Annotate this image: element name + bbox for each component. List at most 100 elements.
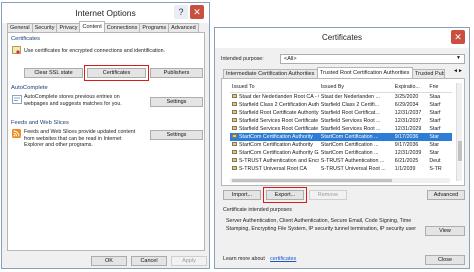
cell-text: Staat der Nederlanden ...	[320, 93, 380, 100]
table-row[interactable]: StartCom Certification Authority StartCom…	[230, 141, 452, 149]
cell-text: Starfield Root Certificat...	[320, 109, 380, 116]
ok-button[interactable]: OK	[91, 256, 127, 266]
cell-text: 3/25/2020	[394, 93, 419, 100]
horizontal-scrollbar[interactable]	[230, 178, 450, 183]
tab-advanced[interactable]: Advanced	[168, 23, 199, 32]
hscroll-thumb[interactable]	[232, 179, 392, 182]
publishers-button[interactable]: Publishers	[150, 68, 203, 78]
feeds-heading: Feeds and Web Slices	[11, 120, 69, 126]
cell-text: 1/1/2039	[394, 165, 416, 172]
cell-expiration: 3/25/2020	[393, 92, 428, 101]
vertical-scrollbar[interactable]	[456, 83, 462, 181]
cell-text: Starfield Services Root ...	[320, 125, 381, 132]
clear-ssl-state-button[interactable]: Clear SSL state	[24, 68, 83, 78]
col-issued-to[interactable]: Issued To	[230, 83, 319, 93]
col-expiration[interactable]: Expiratio...	[392, 83, 428, 93]
cell-text: Deut	[429, 157, 441, 164]
cell-issued-to: StartCom Certification Authority G2	[230, 149, 319, 157]
table-row[interactable]: Starfield Root Certificate Authority - G…	[230, 109, 452, 117]
tab-content[interactable]: Content	[79, 21, 105, 32]
certificate-icon	[12, 46, 21, 54]
tab-general[interactable]: General	[7, 23, 33, 32]
cell-issued-by: S-TRUST Universal Root ...	[319, 165, 393, 173]
certificates-button-highlight	[84, 65, 149, 81]
cell-issued-by: Starfield Services Root ...	[319, 125, 393, 133]
certificates-description: Use certificates for encrypted connectio…	[24, 48, 166, 54]
cell-friendly: Starf	[427, 109, 452, 117]
tab-connections[interactable]: Connections	[103, 23, 141, 32]
cell-text: 12/31/2037	[394, 117, 422, 124]
cell-text: StartCom Certification Authority	[239, 133, 313, 140]
advanced-button[interactable]: Advanced	[427, 190, 465, 200]
tab-programs[interactable]: Programs	[139, 23, 170, 32]
close-dialog-button[interactable]: Close	[425, 255, 465, 265]
autocomplete-heading: AutoComplete	[11, 85, 48, 91]
tab-privacy[interactable]: Privacy	[56, 23, 81, 32]
table-row[interactable]: S-TRUST Universal Root CA S-TRUST Univers…	[230, 165, 452, 173]
cell-issued-by: Starfield Root Certificat...	[319, 109, 393, 117]
certificates-link[interactable]: certificates	[270, 256, 296, 262]
tab-trusted-publishers[interactable]: Trusted Pub	[412, 69, 445, 78]
learn-more-text: Learn more about	[223, 256, 265, 262]
chevron-down-icon: ▼	[456, 55, 461, 61]
col-friendly-name[interactable]: Frie	[427, 83, 452, 93]
cancel-button[interactable]: Cancel	[131, 256, 167, 266]
table-row[interactable]: StartCom Certification Authority StartCom…	[230, 132, 452, 141]
cell-friendly: Deut	[427, 157, 452, 165]
remove-button[interactable]: Remove	[309, 190, 347, 200]
table-row[interactable]: Starfield Services Root Certificate Auth…	[230, 117, 452, 125]
close-button[interactable]: ✕	[190, 5, 204, 19]
cell-text: S-TRUST Authentication and Encryption...	[239, 157, 319, 164]
cell-text: 6/21/2025	[394, 157, 419, 164]
table-row[interactable]: Staat der Nederlanden Root CA - G2 Staat …	[230, 92, 452, 101]
certificate-icon	[232, 150, 237, 155]
cell-issued-by: Staat der Nederlanden ...	[319, 92, 393, 101]
intended-purpose-select[interactable]: <All> ▼	[280, 54, 465, 64]
cell-issued-to: S-TRUST Authentication and Encryption...	[230, 157, 319, 165]
cell-text: S-TRUST Authentication ...	[320, 157, 385, 164]
cell-friendly: Staa	[427, 92, 452, 101]
certificate-icon	[232, 166, 237, 171]
autocomplete-description: AutoComplete stores previous entries on …	[24, 94, 122, 107]
cell-issued-to: StartCom Certification Authority	[230, 132, 319, 141]
cell-issued-by: S-TRUST Authentication ...	[319, 157, 393, 165]
table-row[interactable]: S-TRUST Authentication and Encryption...…	[230, 157, 452, 165]
cell-issued-to: StartCom Certification Authority	[230, 141, 319, 149]
apply-button[interactable]: Apply	[171, 256, 207, 266]
cell-text: Starfield Root Certificate Authority - G…	[239, 109, 319, 116]
import-button[interactable]: Import...	[223, 190, 261, 200]
cell-text: Starf	[429, 117, 441, 124]
scrollbar-thumb[interactable]	[458, 141, 462, 161]
cell-text: Starf	[429, 125, 441, 132]
tab-scroll-arrows[interactable]: ◄►	[453, 68, 463, 74]
cell-expiration: 6/21/2025	[393, 157, 428, 165]
cell-friendly: Starf	[427, 117, 452, 125]
cell-text: Star	[429, 149, 440, 156]
cell-text: 12/31/2029	[394, 125, 422, 132]
tab-security[interactable]: Security	[31, 23, 58, 32]
cell-friendly: Starf	[427, 101, 452, 109]
content-panel: Certificates Use certificates for encryp…	[7, 32, 205, 251]
col-issued-by[interactable]: Issued By	[318, 83, 393, 93]
cert-store-tabs: Intermediate Certification Authorities T…	[223, 67, 445, 78]
table-row[interactable]: Starfield Class 2 Certification Authorit…	[230, 101, 452, 109]
certificate-icon	[232, 126, 237, 131]
table-row[interactable]: StartCom Certification Authority G2 Start…	[230, 149, 452, 157]
export-button-highlight	[263, 187, 307, 203]
cert-table: Issued To Issued By Expiratio... Frie St…	[230, 83, 452, 173]
cell-text: S-TRUST Universal Root ...	[320, 165, 386, 172]
tab-intermediate-ca[interactable]: Intermediate Certification Authorities	[223, 69, 318, 78]
view-button[interactable]: View	[425, 226, 465, 236]
cell-text: Starf	[429, 109, 441, 116]
feeds-settings-button[interactable]: Settings	[150, 130, 203, 140]
autocomplete-settings-button[interactable]: Settings	[150, 97, 203, 107]
cell-expiration: 9/17/2036	[392, 132, 428, 141]
table-row[interactable]: Starfield Services Root Certificate Auth…	[230, 125, 452, 133]
cell-expiration: 9/17/2036	[393, 141, 428, 149]
cell-text: 12/31/2039	[394, 149, 422, 156]
certificates-close-x[interactable]: ✕	[451, 30, 465, 44]
internet-options-window: Internet Options ? ✕ General Security Pr…	[1, 2, 210, 269]
help-button[interactable]: ?	[174, 5, 188, 19]
tab-trusted-root-ca[interactable]: Trusted Root Certification Authorities	[317, 67, 413, 78]
cell-friendly: Star	[427, 132, 452, 141]
